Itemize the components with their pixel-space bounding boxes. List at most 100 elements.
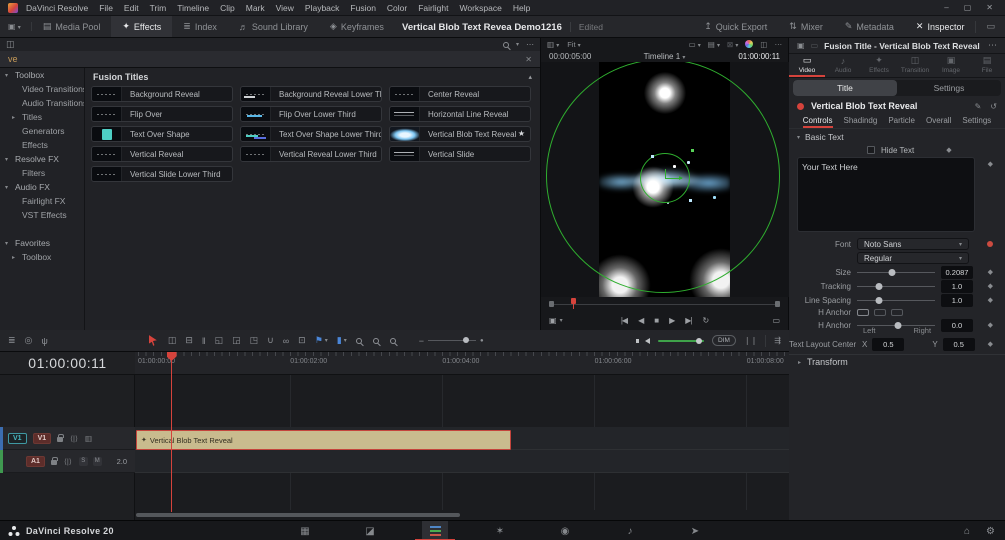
metadata-button[interactable]: ✎ Metadata [834, 16, 905, 37]
page-edit[interactable] [415, 521, 455, 540]
loop-button[interactable]: ↻ [702, 316, 709, 325]
gallery-grab-icon[interactable]: ▤ ▾ [708, 40, 720, 49]
dynamic-trim-icon[interactable]: ‖ ▾ [202, 336, 206, 346]
parameter-slider[interactable] [857, 296, 935, 304]
inspector-tab-video[interactable]: ▭ Video [789, 54, 825, 77]
in-point-handle[interactable] [549, 301, 554, 307]
tree-vst-effects[interactable]: VST Effects [0, 208, 84, 222]
menu-item[interactable]: Timeline [177, 3, 209, 13]
title-template-card[interactable]: Flip Over Lower Third ★ [240, 106, 382, 122]
effects-panel-icon[interactable]: ◫ [6, 39, 15, 50]
menu-item[interactable]: DaVinci Resolve [26, 3, 88, 13]
title-template-card[interactable]: Text Over Shape Lower Third ★ [240, 126, 382, 142]
menu-item[interactable]: File [99, 3, 113, 13]
insert-clip-icon[interactable]: ◱ ▾ [215, 335, 224, 346]
dual-screen-icon[interactable]: ▭ [976, 21, 1005, 32]
zoom-custom-icon[interactable]: ▾ [389, 337, 398, 344]
viewer-scrubber[interactable] [541, 297, 788, 311]
search-options-chevron-icon[interactable]: ▾ [516, 41, 519, 48]
page-cut[interactable]: ◪ [357, 521, 383, 540]
anchor-left-button[interactable] [857, 308, 869, 316]
title-template-card[interactable]: Vertical Slide Lower Third ★ [91, 166, 233, 182]
viewer-menu-icon[interactable]: ⋯ [775, 40, 783, 49]
color-controls-icon[interactable] [745, 40, 754, 48]
title-template-card[interactable]: Text Over Shape ★ [91, 126, 233, 142]
title-template-card[interactable]: Background Reveal ★ [91, 86, 233, 102]
control-point[interactable] [651, 155, 654, 158]
page-color[interactable]: ◉ [552, 521, 578, 540]
split-view-icon[interactable]: ◫ [760, 40, 767, 49]
zoom-detail-icon[interactable]: ▾ [372, 337, 381, 344]
menu-item[interactable]: Trim [150, 3, 167, 13]
sound-library-button[interactable]: ♬ Sound Library [228, 16, 319, 37]
position-lock-icon[interactable]: ⊡ ▾ [298, 335, 306, 346]
parameter-slider[interactable] [857, 282, 935, 290]
settings-tab[interactable]: Settings [962, 116, 991, 128]
keyframe-diamond-icon[interactable]: ◆ [946, 146, 951, 154]
inspector-menu-icon[interactable]: ⋯ [988, 40, 997, 51]
parameter-value[interactable]: 0.2087 [941, 265, 973, 279]
hide-text-checkbox[interactable] [867, 146, 875, 154]
tree-generators[interactable]: Generators [0, 124, 84, 138]
flag-icon[interactable]: ⚑ ▾ [315, 335, 328, 346]
loop-region-icon[interactable]: ▭ [772, 316, 780, 325]
layout-y-value[interactable]: 0.5 [942, 337, 975, 351]
effects-search-input[interactable]: ve ✕ [0, 51, 540, 68]
keyframe-diamond-icon[interactable]: ◆ [988, 268, 993, 276]
mic-icon[interactable]: ψ ▾ [41, 336, 47, 346]
menu-item[interactable]: Fusion [350, 3, 376, 13]
stacked-timelines-icon[interactable]: ◎ ▾ [25, 335, 33, 346]
layout-x-value[interactable]: 0.5 [872, 337, 905, 351]
menu-item[interactable]: Help [513, 3, 530, 13]
mute-button[interactable]: M [92, 456, 102, 466]
shading-tab[interactable]: Shadindg [844, 116, 878, 128]
razor-edit-icon[interactable]: ⊟ ▾ [185, 335, 193, 346]
play-button[interactable]: ▶ [669, 316, 675, 325]
selection-mode-icon[interactable]: ▾ [148, 335, 159, 346]
zoom-full-extent-icon[interactable]: ▾ [355, 337, 364, 344]
out-point-handle[interactable] [775, 301, 780, 307]
tree-filters[interactable]: Filters [0, 166, 84, 180]
reset-icon[interactable]: ↺ [990, 102, 997, 111]
node-enable-toggle[interactable] [797, 102, 804, 110]
title-template-card[interactable]: Flip Over ★ [91, 106, 233, 122]
solo-button[interactable]: S [78, 456, 88, 466]
page-fusion[interactable]: ✶ [487, 521, 513, 540]
tree-favorites[interactable]: ▾ Favorites [0, 236, 84, 250]
marker-icon[interactable]: ▮ ▾ [337, 335, 347, 346]
particle-tab[interactable]: Particle [888, 116, 915, 128]
a1-track-badge[interactable]: A1 [26, 455, 45, 467]
lock-icon[interactable] [50, 456, 58, 465]
search-icon[interactable] [502, 41, 509, 48]
tree-fairlight-fx[interactable]: Fairlight FX [0, 194, 84, 208]
replace-clip-icon[interactable]: ◳ ▾ [250, 335, 259, 346]
tree-resolve-fx[interactable]: ▾ Resolve FX [0, 152, 84, 166]
tree-audio-transitions[interactable]: Audio Transitions [0, 96, 84, 110]
title-view-tab[interactable]: Title [793, 80, 897, 96]
settings-view-tab[interactable]: Settings [897, 80, 1001, 96]
timeline-settings-icon[interactable]: ⇶ [774, 336, 781, 345]
tree-audio-fx[interactable]: ▾ Audio FX [0, 180, 84, 194]
controls-tab[interactable]: Controls [802, 116, 833, 128]
modified-indicator[interactable] [987, 241, 993, 247]
dim-button[interactable]: DIM [711, 335, 736, 346]
title-template-card[interactable]: Horizontal Line Reveal ★ [389, 106, 531, 122]
video-track-header[interactable]: V1 V1 ⟨|⟩ ▥ [0, 427, 135, 450]
inspector-button[interactable]: ✕ Inspector [905, 16, 976, 37]
title-template-card[interactable]: Vertical Blob Text Reveal ★ [389, 126, 531, 142]
favorite-star-icon[interactable]: ★ [518, 129, 525, 138]
menu-item[interactable]: Playback [305, 3, 340, 13]
timeline-clip[interactable]: ✦ Vertical Blob Text Reveal [136, 430, 511, 450]
parameter-slider[interactable] [857, 268, 935, 276]
timeline-horizontal-scrollbar[interactable] [136, 513, 460, 517]
inspector-tab-image[interactable]: ▣ Image [933, 54, 969, 77]
play-reverse-button[interactable]: ◀ [638, 316, 644, 325]
inspector-tab-transition[interactable]: ◫ Transition [897, 54, 933, 77]
zoom-level-dropdown[interactable]: Fit ▾ [567, 40, 580, 49]
tree-video-transitions[interactable]: Video Transitions [0, 82, 84, 96]
v1-track-badge[interactable]: V1 [32, 432, 52, 444]
first-frame-button[interactable]: |◀ [621, 316, 628, 325]
project-settings-icon[interactable]: ⚙ [986, 526, 995, 537]
playhead[interactable] [171, 352, 172, 512]
control-point[interactable] [689, 199, 692, 202]
